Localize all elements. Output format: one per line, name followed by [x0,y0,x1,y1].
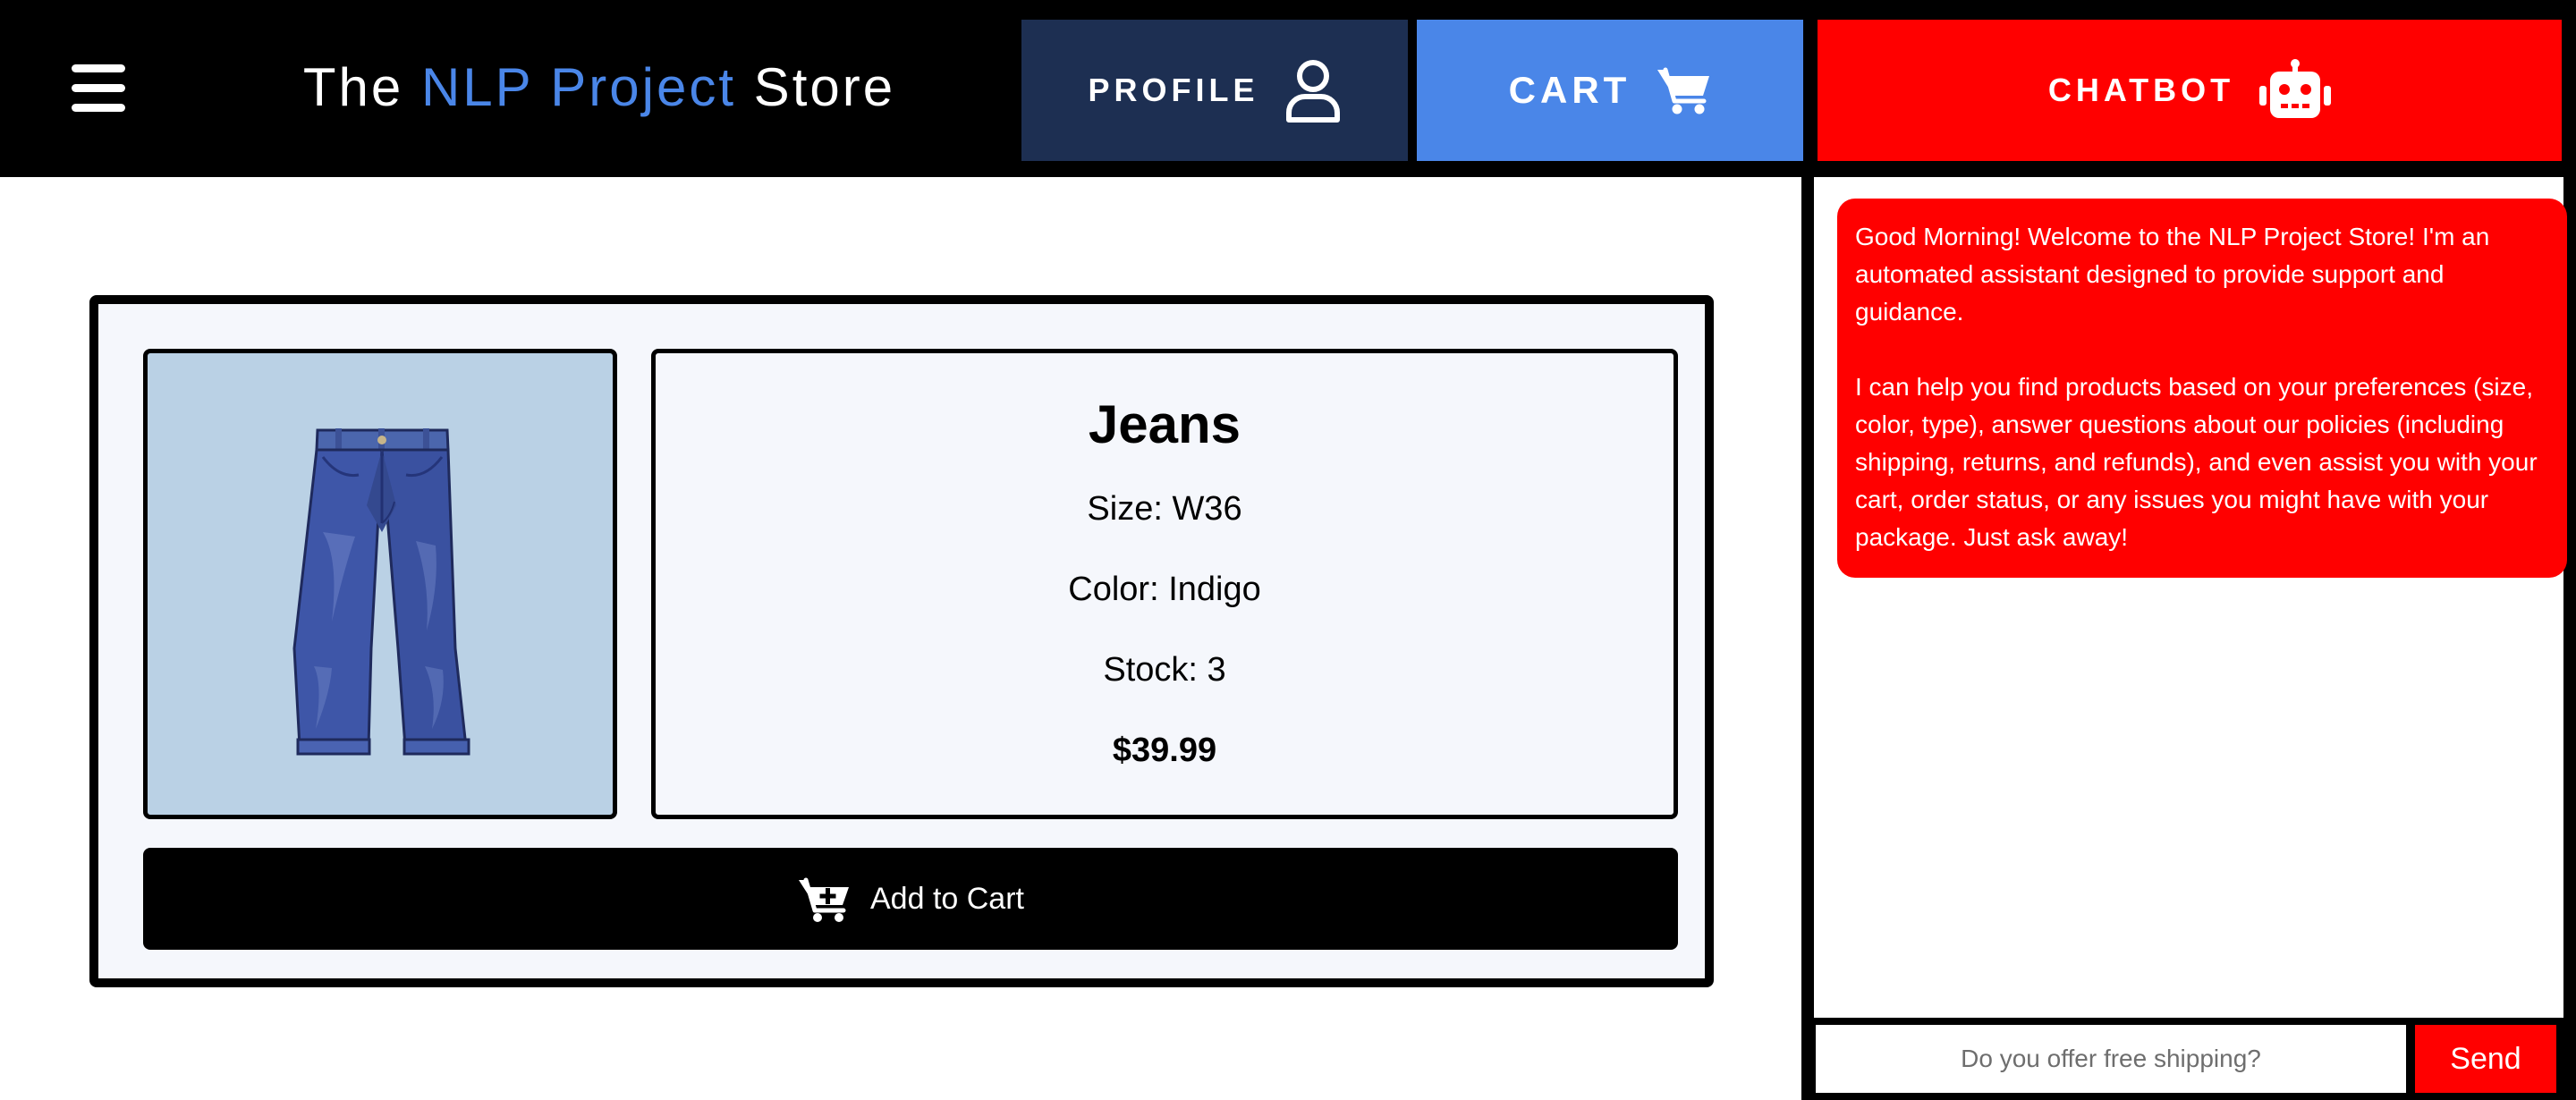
robot-icon [2259,59,2332,118]
chat-message-input[interactable] [1816,1025,2406,1093]
jeans-image [292,428,470,756]
product-stock: Stock: 3 [1103,651,1226,689]
user-icon [1285,60,1340,123]
product-size: Size: W36 [1087,490,1242,528]
add-to-cart-label: Add to Cart [870,881,1024,916]
shopping-cart-icon [1657,67,1710,114]
profile-button[interactable]: PROFILE [1021,20,1408,161]
product-card: Jeans Size: W36 Color: Indigo Stock: 3 $… [89,295,1714,987]
product-image-frame [143,349,617,819]
product-price: $39.99 [1112,732,1217,769]
store-title: The NLP Project Store [295,52,903,123]
add-to-cart-button[interactable]: Add to Cart [143,848,1678,950]
store-title-suffix: Store [736,57,896,117]
bot-message-paragraph: Good Morning! Welcome to the NLP Project… [1855,223,2490,326]
store-title-accent: NLP Project [420,57,737,117]
bot-message-bubble: Good Morning! Welcome to the NLP Project… [1837,199,2567,578]
hamburger-menu-icon[interactable] [63,59,134,118]
store-title-prefix: The [302,57,421,117]
cart-plus-icon [799,877,849,922]
profile-label: PROFILE [1088,72,1259,108]
top-header: The NLP Project Store PROFILE CART CHATB… [0,0,2576,177]
send-button[interactable]: Send [2415,1025,2556,1093]
cart-button[interactable]: CART [1417,20,1803,161]
product-name: Jeans [1088,394,1241,454]
chatbot-button[interactable]: CHATBOT [1818,20,2562,161]
product-info-panel: Jeans Size: W36 Color: Indigo Stock: 3 $… [651,349,1678,819]
bot-message-paragraph: I can help you find products based on yo… [1855,373,2538,551]
chat-panel: Good Morning! Welcome to the NLP Project… [1801,177,2576,1100]
chatbot-label: CHATBOT [2047,72,2235,108]
cart-label: CART [1508,69,1631,111]
product-color: Color: Indigo [1068,571,1261,608]
